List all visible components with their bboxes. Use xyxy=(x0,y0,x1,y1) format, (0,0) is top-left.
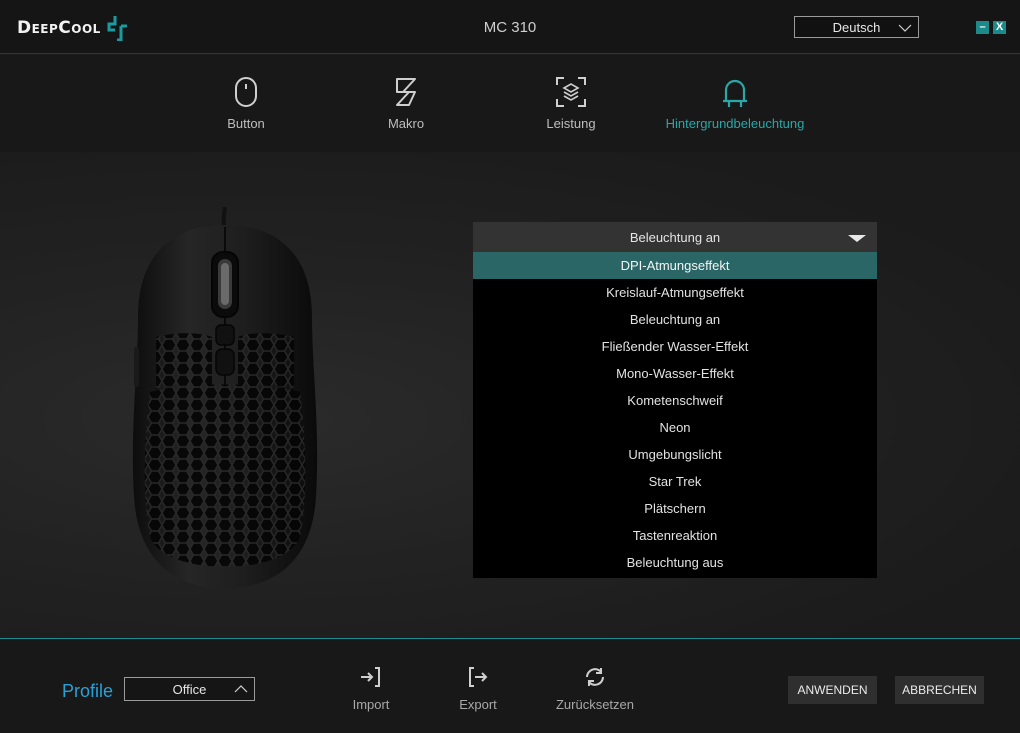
language-value: Deutsch xyxy=(832,19,881,35)
reset-label: Zurücksetzen xyxy=(555,697,635,712)
main-panel: Beleuchtung an DPI-Atmungseffekt Kreisla… xyxy=(0,152,1020,638)
dropdown-option[interactable]: Kometenschweif xyxy=(473,387,877,414)
close-button[interactable]: X xyxy=(993,21,1006,34)
caret-down-icon xyxy=(848,235,866,242)
chevron-up-icon xyxy=(234,685,248,693)
tab-hintergrundbeleuchtung-label: Hintergrundbeleuchtung xyxy=(665,116,805,131)
footer-bar: Profile Office Import Export Zurücksetze… xyxy=(0,638,1020,733)
reset-button[interactable]: Zurücksetzen xyxy=(550,665,640,712)
mouse-image xyxy=(120,206,330,597)
lighting-mode-dropdown: Beleuchtung an DPI-Atmungseffekt Kreisla… xyxy=(473,222,877,578)
tab-hintergrundbeleuchtung[interactable]: Hintergrundbeleuchtung xyxy=(655,75,815,131)
tab-button[interactable]: Button xyxy=(206,75,286,131)
tab-leistung-label: Leistung xyxy=(546,116,596,131)
language-select[interactable]: Deutsch xyxy=(794,16,919,38)
chevron-down-icon xyxy=(898,24,912,32)
import-icon xyxy=(361,667,380,687)
mouse-icon xyxy=(235,77,257,107)
lighting-mode-options: DPI-Atmungseffekt Kreislauf-Atmungseffek… xyxy=(473,252,877,578)
main-nav: Button Makro Leistung Hintergrundbeleuch… xyxy=(0,55,1020,152)
dropdown-option[interactable]: Umgebungslicht xyxy=(473,441,877,468)
minimize-button[interactable]: – xyxy=(976,21,989,34)
title-bar: DeepCool MC 310 Deutsch – X xyxy=(0,0,1020,54)
macro-icon xyxy=(396,78,416,106)
dropdown-option[interactable]: Mono-Wasser-Effekt xyxy=(473,360,877,387)
lighting-icon xyxy=(723,79,747,107)
profile-select[interactable]: Office xyxy=(124,677,255,701)
tab-makro[interactable]: Makro xyxy=(366,75,446,131)
tab-leistung[interactable]: Leistung xyxy=(531,75,611,131)
export-label: Export xyxy=(459,697,497,712)
cancel-button[interactable]: ABBRECHEN xyxy=(895,676,984,704)
reset-icon xyxy=(586,668,604,686)
dropdown-option[interactable]: Star Trek xyxy=(473,468,877,495)
profile-label: Profile xyxy=(62,681,114,701)
import-label: Import xyxy=(352,697,390,712)
export-button[interactable]: Export xyxy=(453,665,503,712)
dropdown-option[interactable]: Neon xyxy=(473,414,877,441)
tab-makro-label: Makro xyxy=(387,116,425,131)
dropdown-option[interactable]: Kreislauf-Atmungseffekt xyxy=(473,279,877,306)
profile-value: Office xyxy=(172,681,207,697)
import-button[interactable]: Import xyxy=(346,665,396,712)
apply-button[interactable]: ANWENDEN xyxy=(788,676,877,704)
tab-button-label: Button xyxy=(227,116,265,131)
dropdown-option[interactable]: Tastenreaktion xyxy=(473,522,877,549)
dropdown-option[interactable]: DPI-Atmungseffekt xyxy=(473,252,877,279)
lighting-mode-select[interactable]: Beleuchtung an xyxy=(473,222,877,252)
dropdown-option[interactable]: Plätschern xyxy=(473,495,877,522)
mouse-illustration xyxy=(132,206,318,589)
dropdown-option[interactable]: Fließender Wasser-Effekt xyxy=(473,333,877,360)
dropdown-option[interactable]: Beleuchtung aus xyxy=(473,549,877,576)
performance-icon xyxy=(556,77,586,107)
export-icon xyxy=(469,667,488,687)
dropdown-option[interactable]: Beleuchtung an xyxy=(473,306,877,333)
lighting-mode-value: Beleuchtung an xyxy=(629,229,721,245)
